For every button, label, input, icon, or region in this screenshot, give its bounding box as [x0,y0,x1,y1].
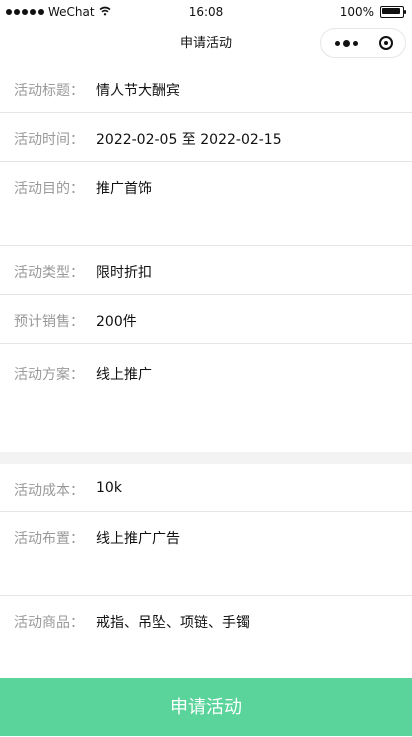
row-value: 推广首饰 [96,181,152,197]
row-value: 情人节大酬宾 [96,83,180,99]
form-row-time: 活动时间： 2022-02-05 至 2022-02-15 [0,113,412,162]
section-divider [0,452,412,464]
form-row-cost: 活动成本： 10k [0,464,412,512]
activity-form-2: 活动成本： 10k 活动布置： 线上推广广告 活动商品： 戒指、吊坠、项链、手镯 [0,464,412,656]
form-row-products: 活动商品： 戒指、吊坠、项链、手镯 [0,596,412,656]
form-row-purpose: 活动目的： 推广首饰 [0,162,412,246]
row-value: 戒指、吊坠、项链、手镯 [96,615,250,631]
status-bar: WeChat 16:08 100% [0,0,412,24]
apply-activity-button[interactable]: 申请活动 [0,678,412,736]
row-label: 活动目的： [14,181,84,197]
row-value: 线上推广 [96,367,152,383]
form-row-setup: 活动布置： 线上推广广告 [0,512,412,596]
target-icon[interactable] [379,36,393,50]
form-row-title: 活动标题： 情人节大酬宾 [0,64,412,113]
form-row-sales: 预计销售： 200件 [0,295,412,344]
form-row-plan: 活动方案： 线上推广 [0,344,412,453]
battery-percent: 100% [339,5,374,19]
nav-bar: 申请活动 [0,24,412,64]
more-dots-icon[interactable] [335,39,358,47]
row-label: 活动商品： [14,615,84,631]
row-label: 活动标题： [14,83,84,99]
row-value: 10k [96,480,122,496]
row-label: 活动布置： [14,531,84,547]
form-row-type: 活动类型： 限时折扣 [0,246,412,295]
row-value: 200件 [96,314,137,330]
row-label: 活动成本： [14,483,84,499]
status-right: 100% [339,4,406,20]
activity-form: 活动标题： 情人节大酬宾 活动时间： 2022-02-05 至 2022-02-… [0,64,412,453]
row-value: 线上推广广告 [96,531,180,547]
row-label: 活动方案： [14,367,84,383]
row-value: 限时折扣 [96,265,152,281]
mini-program-capsule [320,28,406,58]
row-label: 预计销售： [14,314,84,330]
row-value: 2022-02-05 至 2022-02-15 [96,132,282,148]
battery-icon [380,6,406,18]
row-label: 活动时间： [14,132,84,148]
row-label: 活动类型： [14,265,84,281]
